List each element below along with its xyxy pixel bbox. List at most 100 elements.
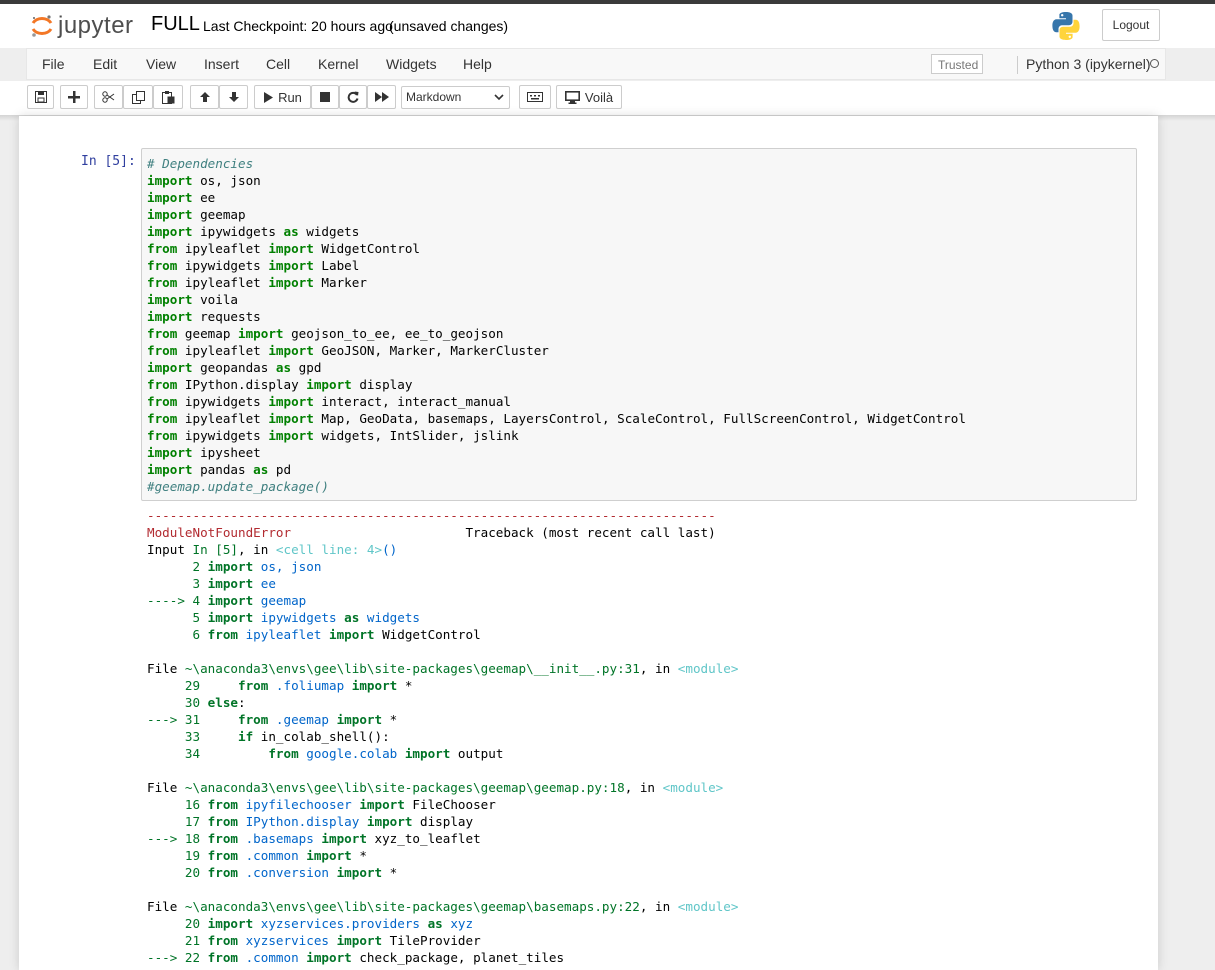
code-cell-source[interactable]: # Dependencies import os, json import ee im…	[147, 155, 966, 495]
voila-button[interactable]: Voilà	[556, 85, 622, 109]
traceback-line-token: import	[351, 678, 398, 693]
restart-kernel-button[interactable]	[339, 85, 367, 109]
menu-kernel[interactable]: Kernel	[318, 56, 358, 72]
code-line-token: from	[147, 411, 178, 426]
code-line-token: ipyleaflet	[177, 411, 269, 426]
traceback-line-token: import	[404, 746, 451, 761]
command-palette-button[interactable]	[519, 85, 551, 109]
chevron-down-icon	[494, 94, 504, 101]
code-line-token: Marker	[313, 275, 367, 290]
menu-file[interactable]: File	[42, 56, 65, 72]
trusted-indicator[interactable]: Trusted	[931, 54, 983, 74]
code-line: import geemap	[147, 206, 966, 223]
code-line-token: import	[147, 173, 193, 188]
code-line: import geopandas as gpd	[147, 359, 966, 376]
cell-type-select[interactable]: Markdown	[401, 86, 510, 109]
traceback-line-token: File	[147, 899, 185, 914]
traceback-line-token: import	[336, 712, 383, 727]
code-line: #geemap.update_package()	[147, 478, 966, 495]
traceback-line: ---> 22 from .common import check_packag…	[147, 949, 738, 966]
cut-button[interactable]	[94, 85, 123, 109]
traceback-line	[147, 643, 738, 660]
code-line-token: geemap	[192, 207, 246, 222]
move-up-button[interactable]	[190, 85, 219, 109]
code-line-token: geemap	[177, 326, 239, 341]
input-prompt: In [5]:	[81, 154, 136, 169]
traceback-line-token: xyzservices.providers	[253, 916, 428, 931]
traceback-line-token: <module>	[662, 780, 724, 795]
run-button[interactable]: Run	[254, 85, 311, 109]
logout-button[interactable]: Logout	[1102, 9, 1160, 41]
code-line-token: interact, interact_manual	[313, 394, 511, 409]
code-line-token: voila	[192, 292, 238, 307]
interrupt-kernel-button[interactable]	[311, 85, 339, 109]
code-line-token: pandas	[192, 462, 254, 477]
traceback-line-token: 3	[147, 576, 201, 591]
traceback-line-token	[200, 712, 238, 727]
traceback-line-token: geemap	[253, 593, 307, 608]
menu-cell[interactable]: Cell	[266, 56, 290, 72]
traceback-line: ModuleNotFoundError Traceback (most rece…	[147, 524, 738, 541]
save-icon	[34, 91, 47, 103]
code-line-token: import	[268, 343, 314, 358]
traceback-line-token: File	[147, 780, 185, 795]
menu-help[interactable]: Help	[463, 56, 492, 72]
traceback-line: 20 import xyzservices.providers as xyz	[147, 915, 738, 932]
traceback-line-token: from	[207, 950, 239, 965]
code-line-token: import	[268, 241, 314, 256]
menu-widgets[interactable]: Widgets	[386, 56, 437, 72]
traceback-line-token: *	[382, 712, 398, 727]
traceback-line-token: from	[238, 712, 269, 727]
cell-type-value: Markdown	[406, 90, 462, 104]
code-line-token: import	[268, 411, 314, 426]
traceback-line-token: File	[147, 661, 185, 676]
copy-button[interactable]	[123, 85, 153, 109]
jupyter-logo[interactable]: jupyter	[30, 12, 145, 42]
code-line-token: geopandas	[192, 360, 276, 375]
menu-insert[interactable]: Insert	[204, 56, 239, 72]
insert-cell-button[interactable]	[60, 85, 88, 109]
traceback-line-token: 19	[147, 848, 201, 863]
traceback-line: 16 from ipyfilechooser import FileChoose…	[147, 796, 738, 813]
traceback-line-token: as	[427, 916, 443, 931]
code-line-token: IPython.display	[177, 377, 307, 392]
traceback-line-token: ee	[253, 576, 276, 591]
traceback-line: File ~\anaconda3\envs\gee\lib\site-packa…	[147, 660, 738, 677]
traceback-line-token: import	[336, 865, 383, 880]
code-line-token: geojson_to_ee, ee_to_geojson	[283, 326, 504, 341]
code-line-token: widgets, IntSlider, jslink	[313, 428, 519, 443]
code-line: import ipywidgets as widgets	[147, 223, 966, 240]
code-line-token: ipywidgets	[177, 428, 269, 443]
traceback-line-token: ~\anaconda3\envs\gee\lib\site-packages\g…	[184, 780, 625, 795]
traceback-line: 33 if in_colab_shell():	[147, 728, 738, 745]
traceback-line-token	[200, 695, 208, 710]
traceback-line-token: display	[412, 814, 474, 829]
traceback-line-token: check_package, planet_tiles	[351, 950, 565, 965]
move-down-button[interactable]	[219, 85, 248, 109]
code-line: from ipyleaflet import Marker	[147, 274, 966, 291]
code-line-token: import	[147, 445, 193, 460]
code-line-token: import	[147, 462, 193, 477]
traceback-line	[147, 881, 738, 898]
traceback-line-token: as	[344, 610, 360, 625]
menu-edit[interactable]: Edit	[93, 56, 117, 72]
traceback-line-token	[200, 576, 208, 591]
restart-run-all-button[interactable]	[367, 85, 396, 109]
code-line-token: as	[253, 462, 269, 477]
code-line-token: ipyleaflet	[177, 275, 269, 290]
code-line: from ipywidgets import Label	[147, 257, 966, 274]
menu-view[interactable]: View	[146, 56, 176, 72]
traceback-line: 20 from .conversion import *	[147, 864, 738, 881]
traceback-line-token: <cell line: 4>	[275, 542, 383, 557]
autosave-status: (unsaved changes)	[389, 18, 509, 34]
code-line-token: import	[147, 292, 193, 307]
save-button[interactable]	[27, 85, 54, 109]
cut-icon	[102, 91, 115, 103]
jupyter-logo-icon	[31, 15, 53, 37]
code-cell-output: ----------------------------------------…	[147, 507, 738, 966]
notebook-name[interactable]: FULL	[151, 13, 200, 36]
code-line-token: ipywidgets	[177, 258, 269, 273]
paste-button[interactable]	[153, 85, 183, 109]
traceback-line-token: ----> 4	[147, 593, 201, 608]
copy-icon	[131, 90, 145, 104]
